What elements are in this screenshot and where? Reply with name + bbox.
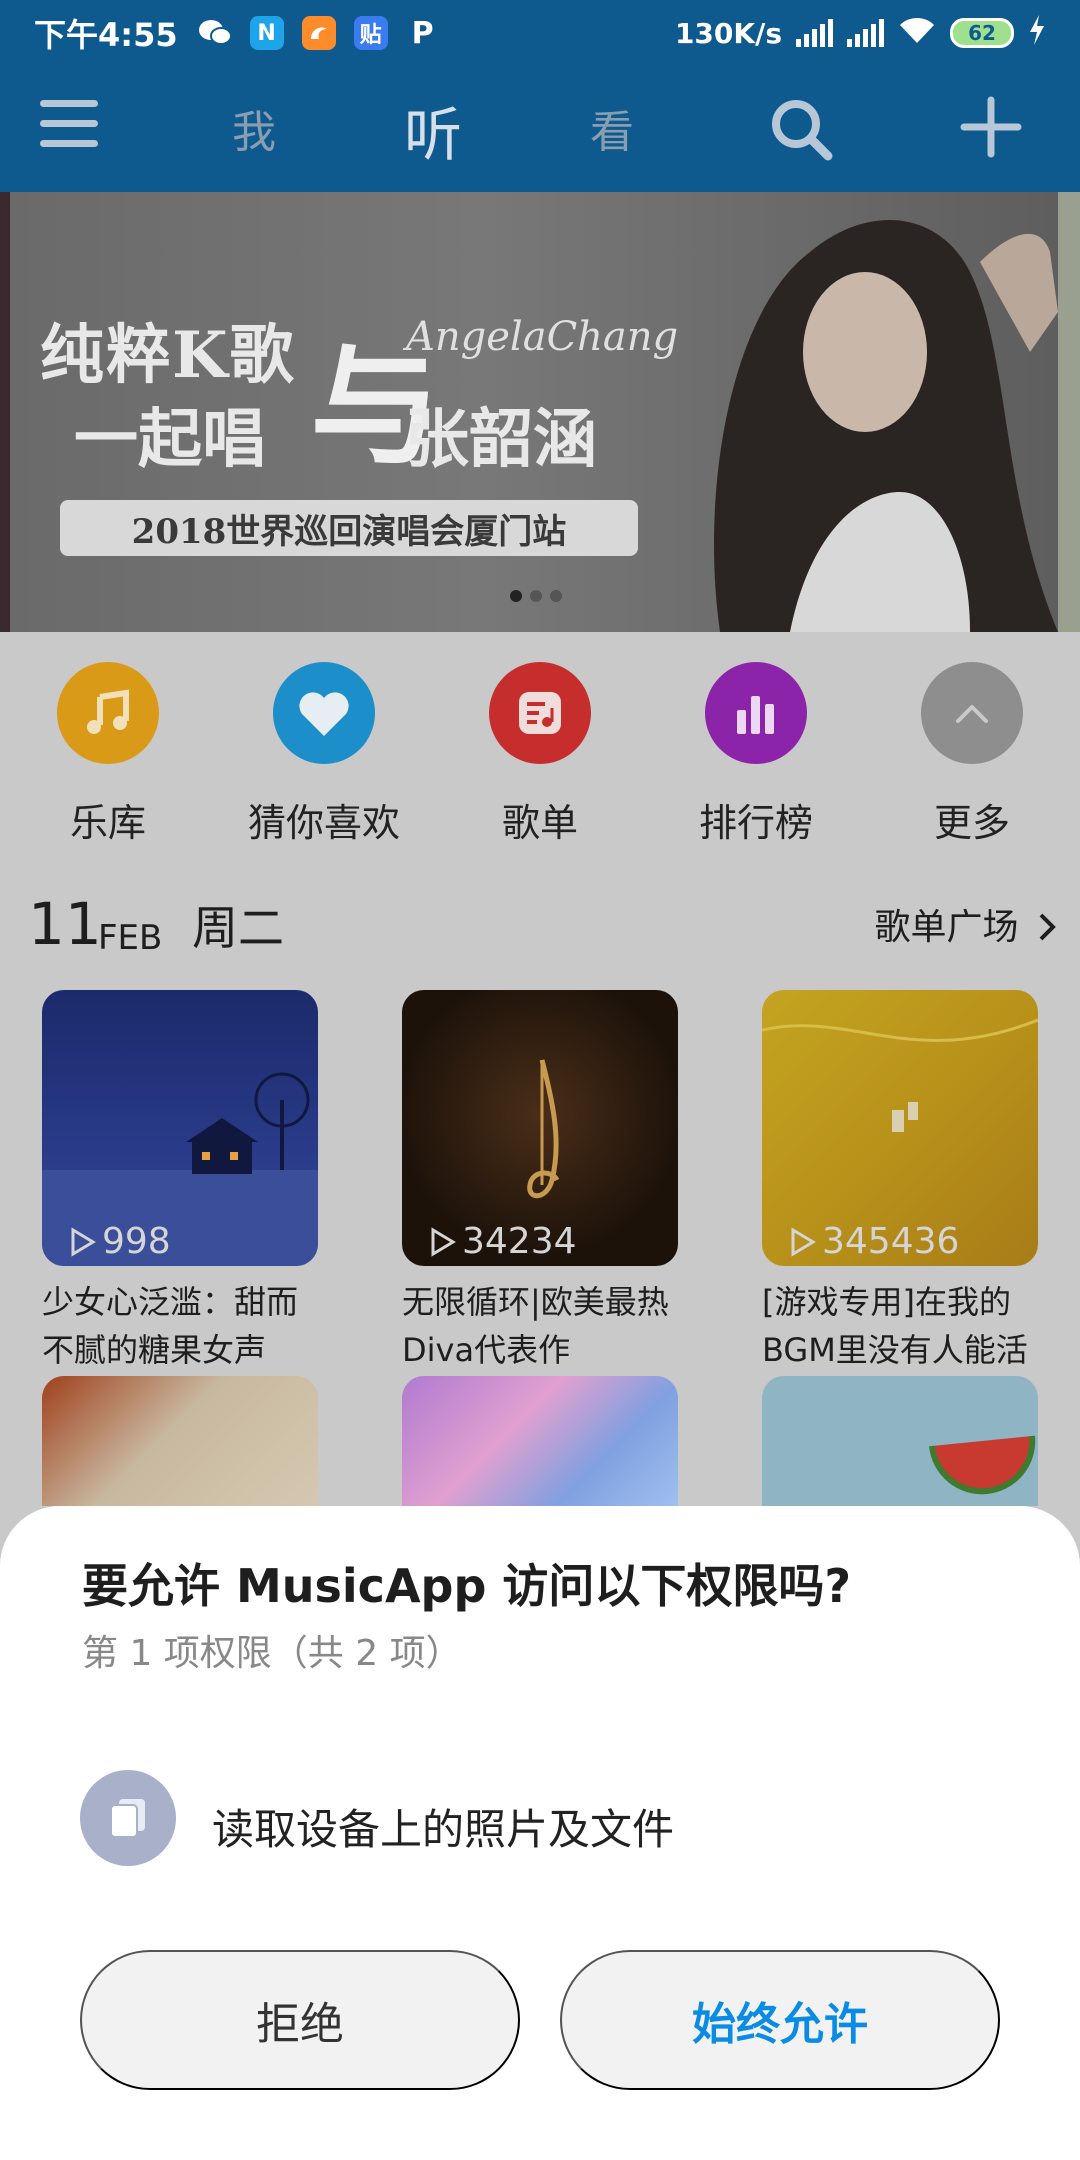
uc-browser-icon [301,16,336,50]
playlist-cover-row2[interactable] [42,1376,318,1506]
banner-name: 张韶涵 [405,402,597,477]
banner-photo [714,220,1058,632]
permission-description: 读取设备上的照片及文件 [212,1805,675,1854]
tab-me[interactable]: 我 [232,96,276,160]
play-icon [71,1226,96,1257]
shortcut-more[interactable]: 更多 [872,662,1072,847]
playlist-card[interactable]: 345436 [游戏专用]在我的BGM里没有人能活 [762,990,1038,1374]
wifi-icon [898,15,936,52]
charging-icon [1028,14,1046,52]
date-month: FEB [98,918,163,958]
shortcut-label: 排行榜 [698,801,813,845]
n-app-icon: N [249,16,284,50]
permission-dialog: 要允许 MusicApp 访问以下权限吗? 第 1 项权限（共 2 项） 读取设… [0,1506,1080,2160]
deny-button[interactable]: 拒绝 [80,1950,520,2090]
banner-dots [510,590,562,602]
shortcut-label: 更多 [933,801,1010,845]
playlist-icon [489,662,591,764]
chart-icon [705,662,807,764]
play-count-value: 34234 [462,1221,577,1262]
signal-icon-2 [847,19,884,47]
shortcut-guess-you-like[interactable]: 猜你喜欢 [224,662,424,847]
playlist-card[interactable]: 34234 无限循环|欧美最热Diva代表作 [402,990,678,1374]
notification-icons: N 贴 P [198,15,440,51]
play-count: 34234 [430,1221,577,1262]
banner-prev-edge [0,192,10,632]
playlist-square-link[interactable]: 歌单广场 [875,898,1058,950]
play-icon [431,1226,456,1257]
wechat-icon [198,16,232,50]
status-bar: 下午4:55 N 贴 P 130K/s 62 [0,0,1080,66]
status-time: 下午4:55 [34,16,178,54]
music-note-icon [57,662,159,764]
always-allow-button[interactable]: 始终允许 [560,1950,1000,2090]
shortcut-music-library[interactable]: 乐库 [8,662,208,847]
tieba-icon: 贴 [353,16,388,50]
playlist-square-label: 歌单广场 [874,907,1019,948]
signal-icon [796,19,833,47]
banner-line2: 一起唱 [74,402,266,477]
date-weekday: 周二 [192,901,284,955]
app-bar: 我 听 看 [0,66,1080,192]
banner-script: AngelaChang [406,314,679,360]
dialog-title: 要允许 MusicApp 访问以下权限吗? [82,1559,852,1613]
shortcut-label: 歌单 [501,801,578,845]
shortcut-charts[interactable]: 排行榜 [656,662,856,847]
play-count-value: 345436 [822,1221,960,1262]
watermelon-image [929,1435,1036,1495]
banner-pill: 2018世界巡回演唱会厦门站 [60,500,638,556]
chevron-up-icon [921,662,1023,764]
tab-watch[interactable]: 看 [590,96,634,160]
playlist-cover: 345436 [762,990,1038,1266]
playlist-card[interactable]: 998 少女心泛滥：甜而不腻的糖果女声 [42,990,318,1374]
play-count: 998 [70,1221,171,1262]
p-app-icon: P [411,15,434,51]
banner-next-edge [1058,192,1080,632]
network-speed: 130K/s [674,16,782,50]
playlist-cover: 34234 [402,990,678,1266]
play-count: 345436 [790,1221,959,1262]
playlist-title: [游戏专用]在我的BGM里没有人能活 [762,1283,1028,1369]
status-right: 130K/s 62 [674,14,1046,52]
tab-listen[interactable]: 听 [404,88,462,172]
shortcut-label: 乐库 [69,801,146,845]
dialog-subtitle: 第 1 项权限（共 2 项） [82,1633,462,1674]
play-count-value: 998 [102,1221,171,1262]
search-icon[interactable] [768,96,834,162]
playlist-cover-row2[interactable] [762,1376,1038,1506]
shortcut-playlists[interactable]: 歌单 [440,662,640,847]
shortcut-label: 猜你喜欢 [247,801,400,845]
shortcut-row: 乐库 猜你喜欢 歌单 排行榜 更多 [0,632,1080,862]
date-day: 11 [28,890,102,958]
banner[interactable]: 纯粹K歌 一起唱 与 AngelaChang 张韶涵 2018世界巡回演唱会厦门… [10,192,1058,632]
heart-icon [273,662,375,764]
banner-line1: 纯粹K歌 [40,318,296,393]
section-header: 11 FEB 周二 歌单广场 [28,884,1058,964]
menu-icon[interactable] [40,100,98,156]
battery-icon: 62 [950,18,1014,48]
files-icon [80,1770,176,1866]
playlist-title: 无限循环|欧美最热Diva代表作 [402,1283,669,1369]
chevron-right-icon [1039,913,1056,941]
playlist-cover: 998 [42,990,318,1266]
add-icon[interactable] [960,96,1022,158]
play-icon [791,1226,816,1257]
playlist-cover-row2[interactable] [402,1376,678,1506]
playlist-title: 少女心泛滥：甜而不腻的糖果女声 [42,1283,299,1369]
